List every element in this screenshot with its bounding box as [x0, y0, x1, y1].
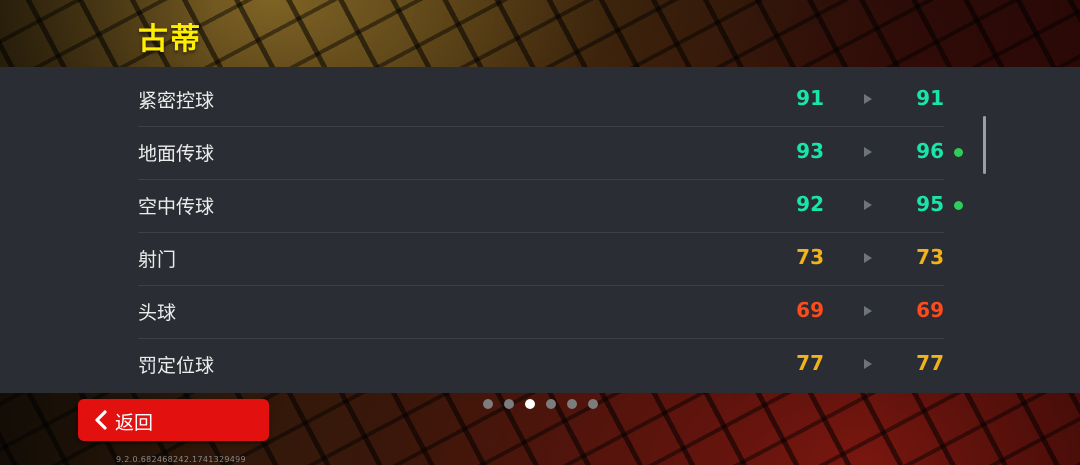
stat-row-place-kicking: 罚定位球 77 77	[138, 339, 944, 391]
page-dot[interactable]	[504, 399, 514, 409]
stat-label: 罚定位球	[138, 355, 215, 377]
page-indicator	[483, 399, 598, 409]
stat-value-after: 77	[916, 351, 944, 375]
page-dot[interactable]	[525, 399, 535, 409]
chevron-left-icon	[95, 410, 107, 430]
stat-value-after: 91	[916, 86, 944, 110]
stat-label: 地面传球	[138, 143, 215, 165]
page-dot[interactable]	[567, 399, 577, 409]
stat-label: 射门	[138, 249, 177, 271]
stat-value-before: 77	[796, 351, 824, 375]
stat-value-after: 69	[916, 298, 944, 322]
stat-value-before: 93	[796, 139, 824, 163]
page-dot[interactable]	[483, 399, 493, 409]
player-name-title: 古蒂	[138, 22, 202, 57]
page-dot[interactable]	[588, 399, 598, 409]
arrow-right-icon	[864, 94, 872, 104]
stats-list: 紧密控球 91 91 地面传球 93 96 空中传球 92 95 射门 73 7…	[138, 74, 963, 391]
back-button-label: 返回	[115, 412, 154, 434]
arrow-right-icon	[864, 200, 872, 210]
stat-value-after: 73	[916, 245, 944, 269]
stat-value-before: 73	[796, 245, 824, 269]
stat-row-lofted-pass: 空中传球 92 95	[138, 180, 963, 233]
stat-value-before: 92	[796, 192, 824, 216]
stat-value-after: 96	[916, 139, 944, 163]
arrow-right-icon	[864, 359, 872, 369]
scrollbar-thumb[interactable]	[983, 116, 986, 174]
stat-value-before: 69	[796, 298, 824, 322]
stat-label: 紧密控球	[138, 90, 215, 112]
stat-row-finishing: 射门 73 73	[138, 233, 944, 286]
back-button[interactable]: 返回	[78, 399, 269, 441]
version-text: 9.2.0.682468242.1741329499	[116, 455, 246, 464]
page-dot[interactable]	[546, 399, 556, 409]
stat-value-before: 91	[796, 86, 824, 110]
stat-row-heading: 头球 69 69	[138, 286, 944, 339]
stat-label: 空中传球	[138, 196, 215, 218]
stat-row-ball-control: 紧密控球 91 91	[138, 74, 944, 127]
stat-label: 头球	[138, 302, 177, 324]
improved-dot-icon	[954, 148, 963, 157]
arrow-right-icon	[864, 253, 872, 263]
stat-value-after: 95	[916, 192, 944, 216]
improved-dot-icon	[954, 201, 963, 210]
arrow-right-icon	[864, 306, 872, 316]
stat-row-low-pass: 地面传球 93 96	[138, 127, 963, 180]
arrow-right-icon	[864, 147, 872, 157]
